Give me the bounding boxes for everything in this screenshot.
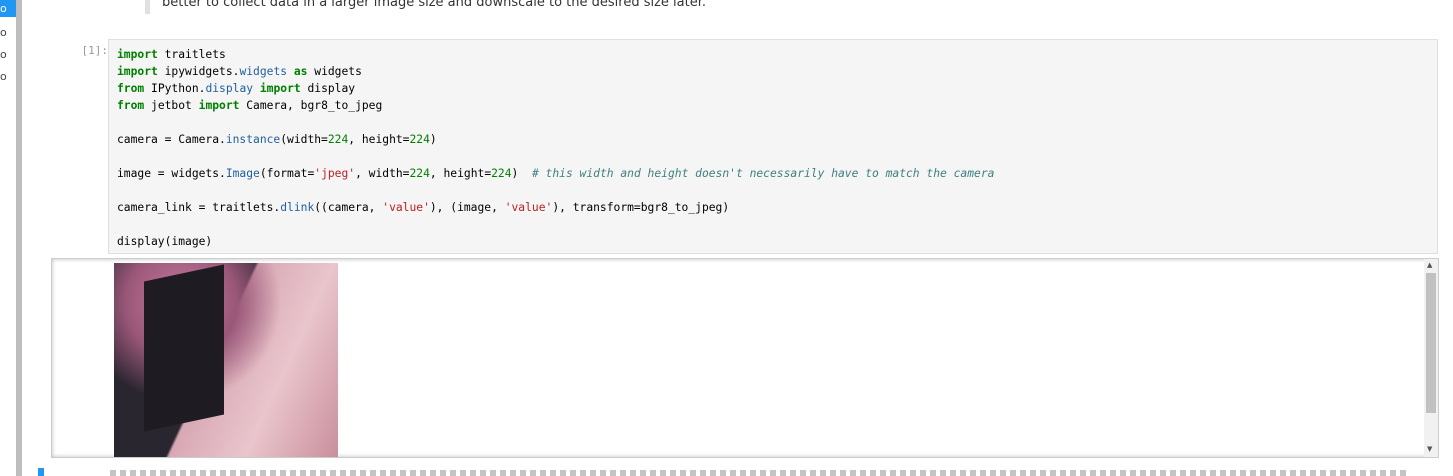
code-token: , height= [348, 133, 410, 146]
code-token: ), (image, [429, 201, 505, 214]
code-token: camera_link = traitlets. [117, 201, 281, 214]
code-token: Camera, bgr8_to_jpeg [239, 99, 383, 112]
code-line: display(image) [117, 233, 994, 250]
code-token: 224 [409, 133, 430, 146]
code-line: import ipywidgets.widgets as widgets [117, 63, 994, 80]
sidebar-selected-item[interactable]: o [0, 0, 16, 17]
code-token: from [117, 99, 145, 112]
blockquote-bar [145, 0, 150, 14]
code-token: widgets [239, 65, 288, 78]
code-token: , width= [355, 167, 410, 180]
code-token: (format= [259, 167, 315, 180]
panel-divider[interactable] [16, 0, 22, 476]
code-token: 'jpeg' [314, 167, 356, 180]
code-line: camera_link = traitlets.dlink((camera, '… [117, 199, 994, 216]
code-token: image = widgets. [117, 167, 226, 180]
code-token: ((camera, [314, 201, 383, 214]
camera-image [114, 263, 338, 457]
code-line: image = widgets.Image(format='jpeg', wid… [117, 165, 994, 182]
code-token: traitlets [157, 48, 226, 61]
code-token: jetbot [144, 99, 199, 112]
monitor-shape [144, 264, 224, 432]
scroll-up-icon[interactable]: ▲ [1427, 261, 1432, 269]
next-cell-text-cutoff [110, 470, 1410, 476]
circle-icon[interactable]: o [0, 70, 7, 83]
scrollbar-thumb[interactable] [1426, 273, 1436, 413]
markdown-text: better to collect data in a larger image… [162, 0, 707, 10]
code-cell-editor[interactable]: import traitlets import ipywidgets.widget… [108, 39, 1438, 254]
code-token: ), transform=bgr8_to_jpeg) [552, 201, 730, 214]
code-token: display(image) [117, 235, 213, 248]
code-token: Image [225, 167, 260, 180]
circle-icon[interactable]: o [0, 48, 7, 61]
cell-output: ▲ ▼ [51, 258, 1439, 458]
code-token: 'value' [504, 201, 553, 214]
cell-prompt: [1]: [81, 44, 109, 57]
code-text[interactable]: import traitlets import ipywidgets.widget… [117, 46, 994, 250]
code-token: ) [511, 167, 532, 180]
code-token: import [117, 65, 158, 78]
code-token: dlink [280, 201, 315, 214]
scroll-down-icon[interactable]: ▼ [1427, 445, 1432, 453]
code-line: from IPython.display import display [117, 80, 994, 97]
left-sidebar: o o o o [0, 0, 16, 476]
code-token: display [205, 82, 254, 95]
code-token: 'value' [382, 201, 430, 214]
code-token: widgets [307, 65, 362, 78]
code-token: 224 [327, 133, 349, 146]
output-scrollbar[interactable]: ▲ ▼ [1424, 259, 1438, 457]
code-token: (width= [280, 133, 328, 146]
code-line: camera = Camera.instance(width=224, heig… [117, 131, 994, 148]
code-token: 224 [491, 167, 512, 180]
code-token: , height= [429, 167, 492, 180]
code-line: import traitlets [117, 46, 994, 63]
code-token: import [117, 48, 158, 61]
code-token: from [117, 82, 145, 95]
circle-icon[interactable]: o [0, 26, 7, 39]
code-token: camera = Camera. [117, 133, 226, 146]
code-token: import [259, 82, 301, 95]
code-token: display [300, 82, 356, 95]
code-token: ) [429, 133, 437, 146]
code-line: from jetbot import Camera, bgr8_to_jpeg [117, 97, 994, 114]
code-token: ipywidgets. [157, 65, 240, 78]
code-token: IPython. [144, 82, 206, 95]
code-token: as [293, 65, 308, 78]
next-cell-indicator [38, 468, 44, 476]
code-token: 224 [409, 167, 430, 180]
code-token: import [198, 99, 240, 112]
code-token: instance [225, 133, 281, 146]
code-token: # this width and height doesn't necessar… [531, 167, 995, 180]
